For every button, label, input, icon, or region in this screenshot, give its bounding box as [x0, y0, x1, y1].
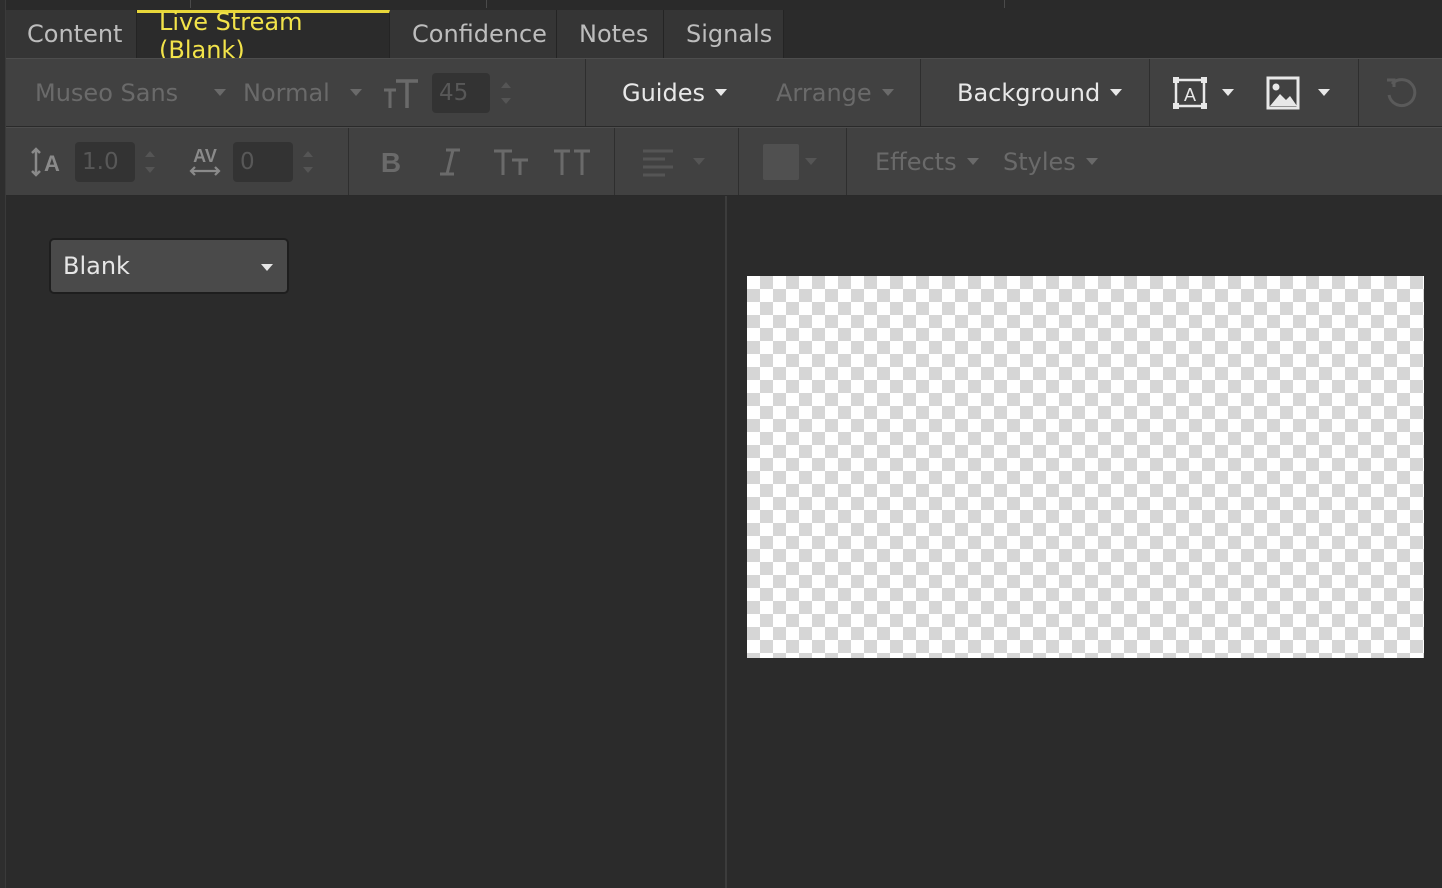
- chevron-down-icon: [881, 89, 894, 96]
- svg-text:A: A: [1184, 85, 1196, 105]
- align-icon: [643, 149, 673, 176]
- small-caps-icon: [494, 149, 528, 175]
- chevron-down-icon: [1222, 89, 1234, 96]
- preview-canvas[interactable]: [747, 276, 1424, 658]
- tab-label: Confidence: [412, 20, 547, 48]
- svg-text:B: B: [381, 147, 401, 178]
- color-group: [739, 128, 847, 195]
- chevron-down-icon: [1085, 158, 1098, 165]
- guides-button[interactable]: Guides: [622, 59, 727, 126]
- bold-icon: B: [381, 147, 401, 178]
- strip-separator: [1004, 0, 1005, 8]
- align-group: [615, 128, 739, 195]
- tab-label: Notes: [579, 20, 649, 48]
- effects-button[interactable]: Effects: [875, 128, 979, 195]
- tab-notes[interactable]: Notes: [557, 10, 664, 58]
- letter-spacing-icon: AV: [188, 128, 222, 195]
- spacing-group: A 1.0 AV 0: [6, 128, 349, 195]
- chevron-down-icon: [1110, 89, 1123, 96]
- small-caps-button[interactable]: [492, 128, 532, 195]
- insert-group: A: [1150, 59, 1359, 126]
- svg-text:A: A: [44, 151, 60, 176]
- left-panel: [6, 196, 725, 888]
- image-icon: [1266, 76, 1300, 109]
- text-box-icon: A: [1173, 76, 1207, 109]
- chevron-down-icon: [214, 89, 227, 96]
- chevron-down-icon: [1318, 89, 1330, 96]
- text-style-group: B: [349, 128, 615, 195]
- background-group: Background: [921, 59, 1150, 126]
- letter-spacing-value: 0: [240, 149, 255, 175]
- layer-dropdown[interactable]: Blank: [49, 238, 289, 294]
- tab-label: Content: [27, 20, 123, 48]
- layer-dropdown-value: Blank: [63, 252, 130, 280]
- font-group: Museo Sans Normal 45: [6, 59, 586, 126]
- tab-content[interactable]: Content: [6, 10, 137, 58]
- effects-label: Effects: [875, 147, 957, 176]
- styles-label: Styles: [1003, 147, 1076, 176]
- tab-live-stream[interactable]: Live Stream (Blank): [137, 8, 390, 64]
- chevron-down-icon: [261, 264, 273, 271]
- arrange-label: Arrange: [776, 78, 872, 107]
- toolbar-top: Museo Sans Normal 45 Guides Arrange Back…: [6, 58, 1442, 127]
- chevron-down-icon: [966, 158, 979, 165]
- letter-spacing-input[interactable]: 0: [233, 142, 293, 182]
- font-family-select[interactable]: Museo Sans: [35, 59, 227, 126]
- italic-button[interactable]: [437, 128, 463, 195]
- refresh-button[interactable]: [1384, 59, 1418, 126]
- refresh-icon: [1387, 77, 1417, 107]
- background-label: Background: [957, 78, 1101, 107]
- guides-label: Guides: [622, 78, 705, 107]
- chevron-down-icon: [714, 89, 727, 96]
- color-button[interactable]: [763, 128, 817, 195]
- font-size-icon: [382, 59, 422, 126]
- line-height-icon: A: [30, 128, 64, 195]
- italic-icon: [440, 148, 460, 175]
- font-style-label: Normal: [243, 78, 330, 107]
- line-height-value: 1.0: [82, 149, 119, 175]
- font-family-label: Museo Sans: [35, 78, 179, 107]
- tab-confidence[interactable]: Confidence: [390, 10, 557, 58]
- font-size-stepper[interactable]: [500, 78, 512, 108]
- chevron-down-icon: [349, 89, 362, 96]
- chevron-down-icon: [805, 158, 817, 165]
- toolbar-bottom: A 1.0 AV 0 B Effects Styles: [6, 127, 1442, 196]
- guides-group: Guides Arrange: [586, 59, 921, 126]
- font-size-input[interactable]: 45: [432, 73, 490, 113]
- tab-signals[interactable]: Signals: [664, 10, 784, 58]
- chevron-down-icon: [693, 158, 705, 165]
- strip-separator: [486, 0, 487, 8]
- letter-spacing-stepper[interactable]: [302, 147, 314, 177]
- all-caps-button[interactable]: [552, 128, 592, 195]
- arrange-button[interactable]: Arrange: [776, 59, 894, 126]
- align-button[interactable]: [641, 128, 705, 195]
- line-height-stepper[interactable]: [144, 147, 156, 177]
- tab-label: Signals: [686, 20, 773, 48]
- font-size-value: 45: [439, 80, 469, 106]
- image-button[interactable]: [1266, 59, 1330, 126]
- all-caps-icon: [554, 149, 590, 175]
- bold-button[interactable]: B: [378, 128, 404, 195]
- tab-label: Live Stream (Blank): [159, 7, 303, 64]
- styles-button[interactable]: Styles: [1003, 128, 1098, 195]
- background-button[interactable]: Background: [957, 59, 1123, 126]
- line-height-input[interactable]: 1.0: [75, 142, 135, 182]
- font-style-select[interactable]: Normal: [243, 59, 362, 126]
- tab-bar: Content Live Stream (Blank) Confidence N…: [6, 8, 1442, 64]
- text-box-button[interactable]: A: [1172, 59, 1234, 126]
- svg-text:AV: AV: [193, 146, 217, 166]
- color-swatch-icon: [763, 143, 799, 180]
